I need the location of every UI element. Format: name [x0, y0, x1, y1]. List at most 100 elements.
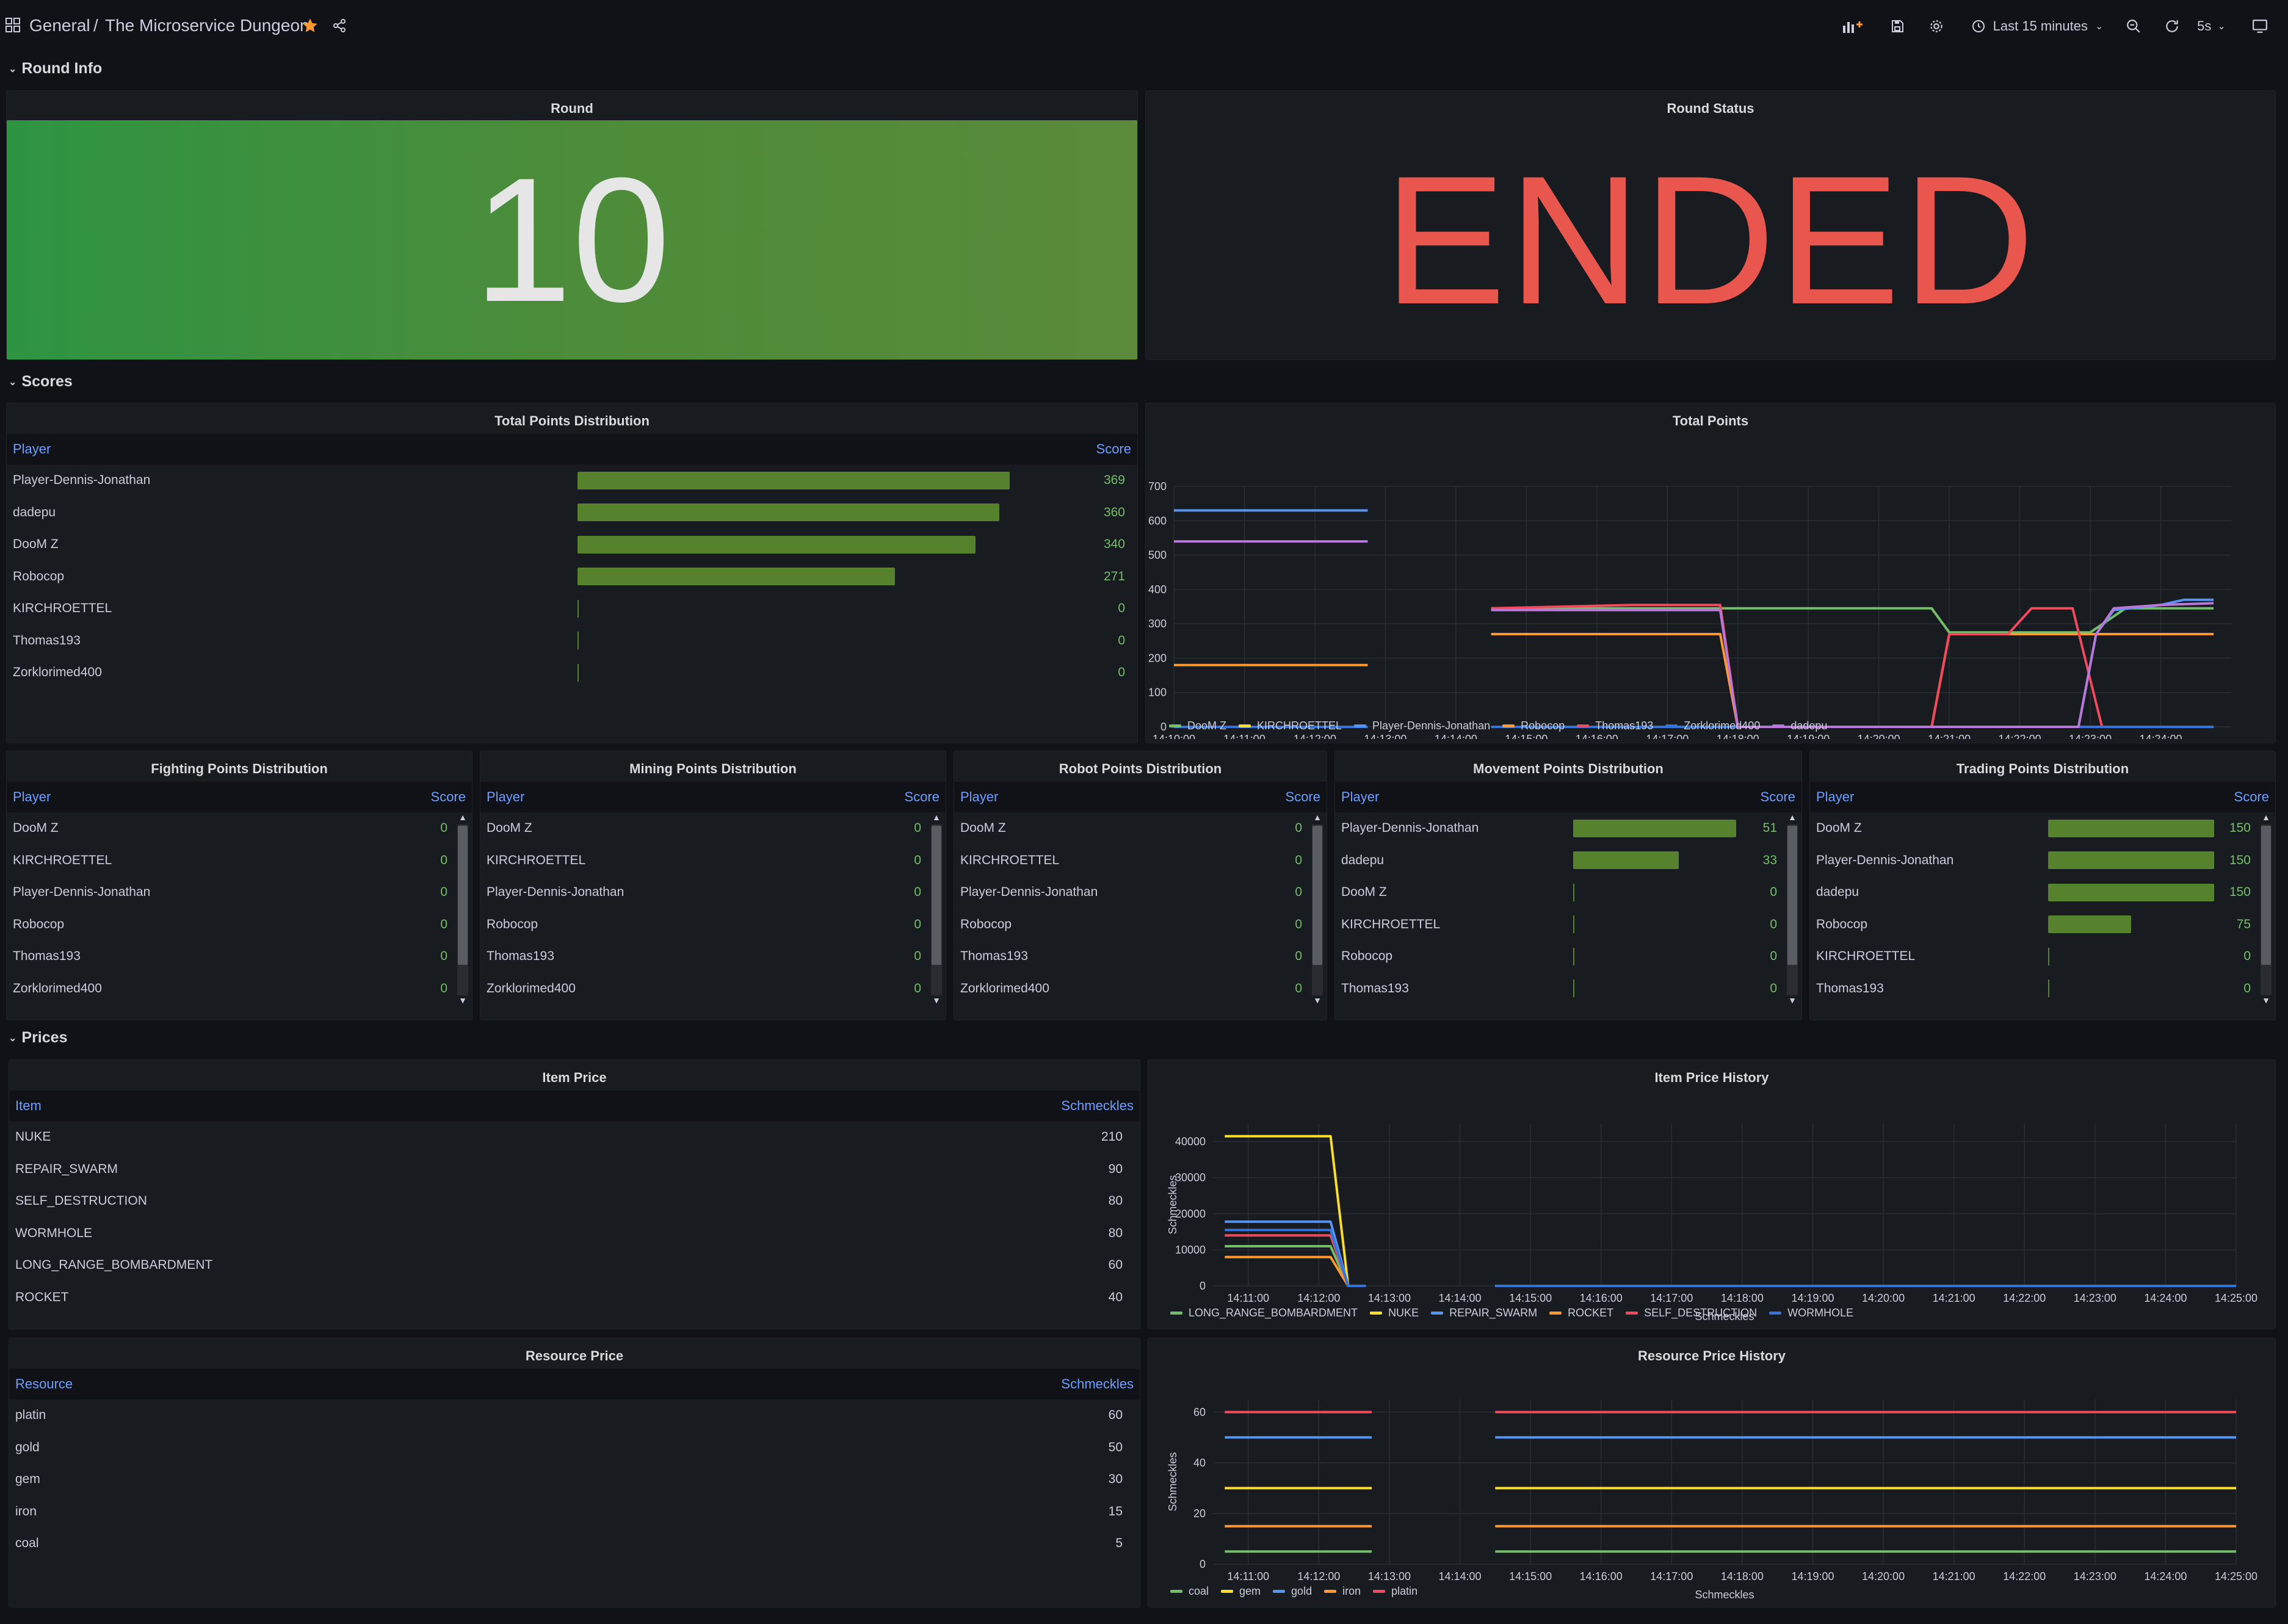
player-name: Robocop [960, 917, 1012, 931]
column-header-score[interactable]: Score [1286, 789, 1320, 805]
column-header-item[interactable]: Item [15, 1098, 42, 1114]
score-bar [577, 663, 579, 682]
legend-item[interactable]: SELF_DESTRUCTION [1626, 1307, 1757, 1319]
legend-item[interactable]: coal [1170, 1585, 1209, 1598]
score-value: 340 [1103, 537, 1125, 551]
series-line-robocop[interactable] [1491, 633, 2214, 728]
x-tick-label: 14:19:00 [1791, 1292, 1834, 1304]
price-value: 80 [1108, 1225, 1123, 1240]
legend-item[interactable]: NUKE [1370, 1307, 1419, 1319]
save-dashboard-button[interactable] [1879, 12, 1916, 40]
legend-item[interactable]: WORMHOLE [1769, 1307, 1853, 1319]
legend-item[interactable]: Thomas193 [1577, 720, 1653, 732]
series-line-nuke[interactable] [1225, 1135, 1366, 1287]
refresh-interval-picker[interactable]: 5s ⌄ [2188, 12, 2234, 40]
y-tick-label: 100 [1148, 687, 1167, 699]
score-bar [2048, 980, 2049, 997]
scroll-up-icon[interactable]: ▲ [2261, 812, 2272, 822]
column-header-score[interactable]: Score [2234, 789, 2269, 805]
scroll-up-icon[interactable]: ▲ [457, 812, 468, 822]
legend-item[interactable]: gem [1221, 1585, 1261, 1598]
row-scores[interactable]: ⌄ Scores [9, 373, 73, 391]
resource-price-history-chart[interactable]: 0 20 40 60 14:11:00 14:12:00 14:13:00 14:14:00 1… [1148, 1363, 2276, 1607]
column-header-score[interactable]: Score [1761, 789, 1795, 805]
total-points-chart[interactable]: 0 100 200 300 400 500 600 700 14:10:00 14:11:00 14… [1146, 434, 2276, 739]
column-header-player[interactable]: Player [13, 789, 51, 805]
star-icon[interactable] [302, 17, 319, 34]
round-stat-background: 10 [7, 120, 1137, 359]
table-row: Robocop 271 [7, 561, 1137, 593]
series-line-dadepu[interactable] [1491, 602, 2214, 728]
legend-item[interactable]: Zorklorimed400 [1665, 720, 1760, 732]
column-header-player[interactable]: Player [13, 441, 51, 457]
legend-item[interactable]: LONG_RANGE_BOMBARDMENT [1170, 1307, 1358, 1319]
column-header-schmeckles[interactable]: Schmeckles [1061, 1376, 1134, 1392]
dashboards-icon[interactable] [5, 17, 21, 33]
column-header-score[interactable]: Score [1096, 441, 1131, 457]
column-header-player[interactable]: Player [487, 789, 524, 805]
scroll-down-icon[interactable]: ▼ [1312, 995, 1323, 1005]
x-tick-label: 14:11:00 [1227, 1292, 1269, 1304]
scroll-down-icon[interactable]: ▼ [1787, 995, 1798, 1005]
scroll-down-icon[interactable]: ▼ [931, 995, 942, 1005]
scroll-up-icon[interactable]: ▲ [1787, 812, 1798, 822]
table-row: KIRCHROETTEL 0 [7, 845, 472, 876]
scroll-up-icon[interactable]: ▲ [931, 812, 942, 822]
scroll-down-icon[interactable]: ▼ [2261, 995, 2272, 1005]
x-axis-label: Schmeckles [1695, 1589, 1754, 1601]
column-header-schmeckles[interactable]: Schmeckles [1061, 1098, 1134, 1114]
legend-item[interactable]: DooM Z [1169, 720, 1226, 732]
dashboard-title[interactable]: The Microservice Dungeon [105, 16, 310, 35]
scrollbar-thumb[interactable] [2261, 826, 2271, 965]
column-header-player[interactable]: Player [1341, 789, 1379, 805]
add-panel-button[interactable] [1834, 12, 1871, 40]
zoom-out-button[interactable] [2115, 12, 2152, 40]
item-price-history-chart[interactable]: 0 10000 20000 30000 40000 14:11:00 14:12:00 14:… [1148, 1084, 2276, 1329]
legend-item[interactable]: platin [1373, 1585, 1417, 1598]
save-icon [1892, 20, 1903, 32]
refresh-button[interactable] [2154, 12, 2190, 40]
monitor-icon [2253, 20, 2267, 33]
y-tick-label: 600 [1148, 514, 1167, 527]
share-icon[interactable] [332, 18, 347, 33]
time-range-picker[interactable]: Last 15 minutes ⌄ [1962, 12, 2112, 40]
column-header-player[interactable]: Player [960, 789, 998, 805]
chart-legend: coal gem gold iron platin [1170, 1585, 1417, 1598]
row-prices[interactable]: ⌄ Prices [9, 1029, 67, 1047]
y-tick-label: 30000 [1175, 1172, 1206, 1184]
legend-swatch [1239, 724, 1251, 727]
legend-item[interactable]: dadepu [1772, 720, 1827, 732]
tv-mode-button[interactable] [2242, 12, 2278, 40]
column-header-resource[interactable]: Resource [15, 1376, 73, 1392]
scrollbar-thumb[interactable] [458, 826, 468, 965]
scrollbar-thumb[interactable] [932, 826, 941, 965]
table-row: dadepu 33 [1335, 845, 1801, 876]
top-navbar: General / The Microservice Dungeon Last … [0, 0, 2288, 52]
legend-item[interactable]: ROCKET [1549, 1307, 1613, 1319]
table-header: Player Score [1810, 782, 2275, 812]
column-header-score[interactable]: Score [431, 789, 466, 805]
legend-item[interactable]: Robocop [1502, 720, 1565, 732]
x-tick-label: 14:20:00 [1862, 1570, 1905, 1582]
score-value: 0 [1295, 917, 1302, 931]
column-header-score[interactable]: Score [905, 789, 939, 805]
item-price-history-panel: Item Price History 0 10000 20000 30000 40000… [1148, 1059, 2276, 1329]
legend-item[interactable]: iron [1324, 1585, 1361, 1598]
legend-swatch [1221, 1590, 1234, 1593]
scroll-down-icon[interactable]: ▼ [457, 995, 468, 1005]
score-bar [1573, 915, 1574, 933]
scrollbar-thumb[interactable] [1787, 826, 1797, 965]
legend-item[interactable]: Player-Dennis-Jonathan [1354, 720, 1490, 732]
table-header: Player Score [1335, 782, 1801, 812]
row-round-info[interactable]: ⌄ Round Info [9, 60, 102, 78]
scrollbar-thumb[interactable] [1312, 826, 1322, 965]
dashboard-settings-button[interactable] [1918, 12, 1955, 40]
column-header-player[interactable]: Player [1816, 789, 1854, 805]
scroll-up-icon[interactable]: ▲ [1312, 812, 1323, 822]
legend-item[interactable]: gold [1273, 1585, 1312, 1598]
breadcrumb-folder[interactable]: General [29, 16, 90, 35]
legend-item[interactable]: REPAIR_SWARM [1431, 1307, 1537, 1319]
table-row: Thomas193 0 [954, 940, 1327, 972]
x-tick-label: 14:25:00 [2215, 1292, 2257, 1304]
legend-item[interactable]: KIRCHROETTEL [1239, 720, 1342, 732]
